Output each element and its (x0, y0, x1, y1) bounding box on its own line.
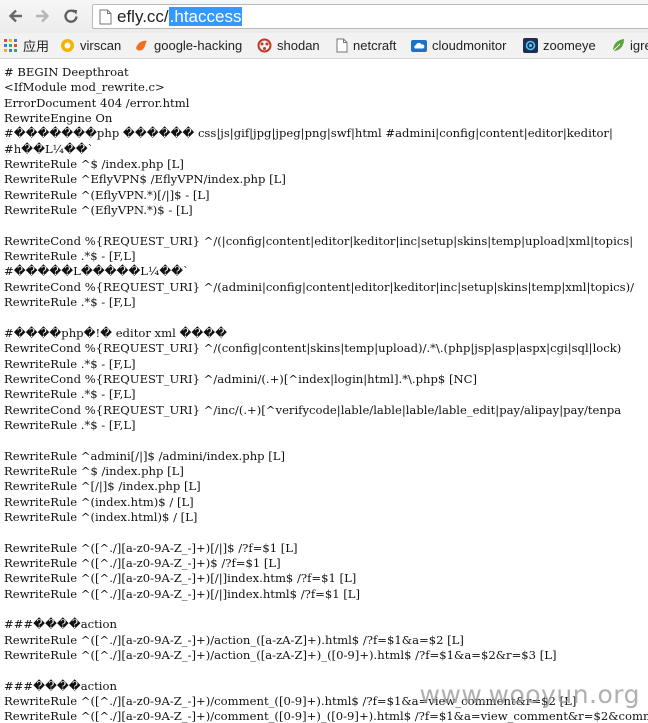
page-icon (99, 9, 112, 25)
google-hacking-icon (136, 40, 147, 51)
code-line: RewriteEngine On (4, 111, 113, 126)
code-line: RewriteRule ^([^./][a-z0-9A-Z_-]+)[/|]in… (4, 571, 357, 586)
forward-button[interactable] (31, 5, 53, 27)
browser-toolbar: efly.cc/.htaccess (0, 0, 648, 34)
bookmark-igre[interactable]: igre (611, 33, 648, 58)
bookmark-label: virscan (80, 38, 122, 53)
address-url[interactable]: efly.cc/.htaccess (117, 6, 243, 28)
watermark: www.wooyun.org (419, 680, 640, 709)
code-line: ###����action (4, 617, 117, 632)
code-line: RewriteRule ^([^./][a-z0-9A-Z_-]+)/comme… (4, 709, 648, 723)
forward-arrow-icon (36, 9, 50, 23)
bookmark-netcraft[interactable]: netcraft (336, 33, 396, 58)
code-line: RewriteCond %{REQUEST_URI} ^/admini/(.+)… (4, 371, 478, 386)
code-line: RewriteCond %{REQUEST_URI} ^/(|config|co… (4, 233, 634, 248)
bookmarks-bar: 应用 virscan google-hacking shodan netcraf… (0, 33, 648, 59)
code-line: RewriteCond %{REQUEST_URI} ^/(admini|con… (4, 279, 635, 294)
code-line: RewriteRule ^([^./][a-z0-9A-Z_-]+)[/|]$ … (4, 540, 298, 555)
code-line: #�������php ������ css|js|gif|jpg|jpeg|p… (4, 126, 613, 141)
bookmark-apps[interactable]: 应用 (4, 33, 49, 58)
virscan-icon (61, 39, 74, 52)
file-text: # BEGIN Deepthroat <IfModule mod_rewrite… (4, 65, 648, 723)
code-line: RewriteRule .*$ - [F,L] (4, 417, 136, 432)
code-line: RewriteRule ^([^./][a-z0-9A-Z_-]+)/actio… (4, 632, 464, 647)
bookmark-label: zoomeye (543, 38, 596, 53)
bookmark-label: google-hacking (154, 38, 243, 53)
bookmark-label: cloudmonitor (432, 38, 507, 53)
bookmark-label: shodan (277, 38, 320, 53)
cloudmonitor-icon (411, 39, 427, 52)
code-line: RewriteRule ^(EflyVPN.*)$ - [L] (4, 203, 193, 218)
apps-grid-icon (4, 38, 17, 52)
code-line: RewriteRule ^[/|]$ /index.php [L] (4, 479, 201, 494)
code-line: ###����action (4, 678, 117, 693)
bookmark-shodan[interactable]: shodan (257, 33, 320, 58)
code-line: ErrorDocument 404 /error.html (4, 95, 190, 110)
bookmark-label: igre (630, 38, 648, 53)
bookmark-label: netcraft (353, 38, 397, 53)
code-line: RewriteCond %{REQUEST_URI} ^/(config|con… (4, 341, 622, 356)
code-line: #�����L�����L¼��` (4, 264, 189, 279)
htaccess-file-content: # BEGIN Deepthroat <IfModule mod_rewrite… (4, 65, 648, 723)
code-line: RewriteRule ^admini[/|]$ /admini/index.p… (4, 448, 286, 463)
code-line: # BEGIN Deepthroat (4, 65, 129, 79)
code-line: RewriteRule .*$ - [F,L] (4, 387, 136, 402)
code-line: RewriteRule ^EflyVPN$ /EflyVPN/index.php… (4, 172, 286, 187)
bookmark-virscan[interactable]: virscan (60, 33, 121, 58)
bookmark-cloudmonitor[interactable]: cloudmonitor (411, 33, 506, 58)
bookmark-google-hacking[interactable]: google-hacking (134, 33, 242, 58)
bookmark-label: 应用 (23, 39, 50, 54)
code-line: RewriteRule ^([^./][a-z0-9A-Z_-]+)[/|]in… (4, 586, 361, 601)
address-host: efly.cc/ (117, 7, 169, 26)
address-bar[interactable]: efly.cc/.htaccess (92, 4, 648, 29)
reload-icon (64, 9, 78, 23)
zoomeye-icon (523, 38, 538, 53)
code-line: RewriteRule ^$ /index.php [L] (4, 463, 184, 478)
code-line: RewriteRule ^([^./][a-z0-9A-Z_-]+)/actio… (4, 648, 557, 663)
page-icon (336, 38, 348, 53)
code-line: RewriteRule .*$ - [F,L] (4, 356, 136, 371)
shodan-icon (257, 38, 272, 53)
code-line: RewriteRule ^(index.html)$ / [L] (4, 509, 198, 524)
back-arrow-icon (8, 9, 22, 23)
code-line: RewriteRule .*$ - [F,L] (4, 295, 136, 310)
code-line: <IfModule mod_rewrite.c> (4, 80, 165, 95)
code-line: RewriteRule ^(EflyVPN.*)[/|]$ - [L] (4, 187, 210, 202)
code-line: #����php�!� editor xml ���� (4, 325, 228, 340)
code-line: RewriteRule .*$ - [F,L] (4, 249, 136, 264)
leaf-icon (612, 39, 624, 52)
bookmark-zoomeye[interactable]: zoomeye (523, 33, 596, 58)
reload-button[interactable] (60, 5, 82, 27)
code-line: #h��L¼��` (4, 141, 94, 156)
code-line: RewriteRule ^(index.htm)$ / [L] (4, 494, 194, 509)
code-line: RewriteCond %{REQUEST_URI} ^/inc/(.+)[^v… (4, 402, 622, 417)
code-line: RewriteRule ^$ /index.php [L] (4, 157, 184, 172)
address-path-selected: .htaccess (168, 7, 243, 26)
back-button[interactable] (5, 5, 27, 27)
code-line: RewriteRule ^([^./][a-z0-9A-Z_-]+)$ /?f=… (4, 556, 281, 570)
